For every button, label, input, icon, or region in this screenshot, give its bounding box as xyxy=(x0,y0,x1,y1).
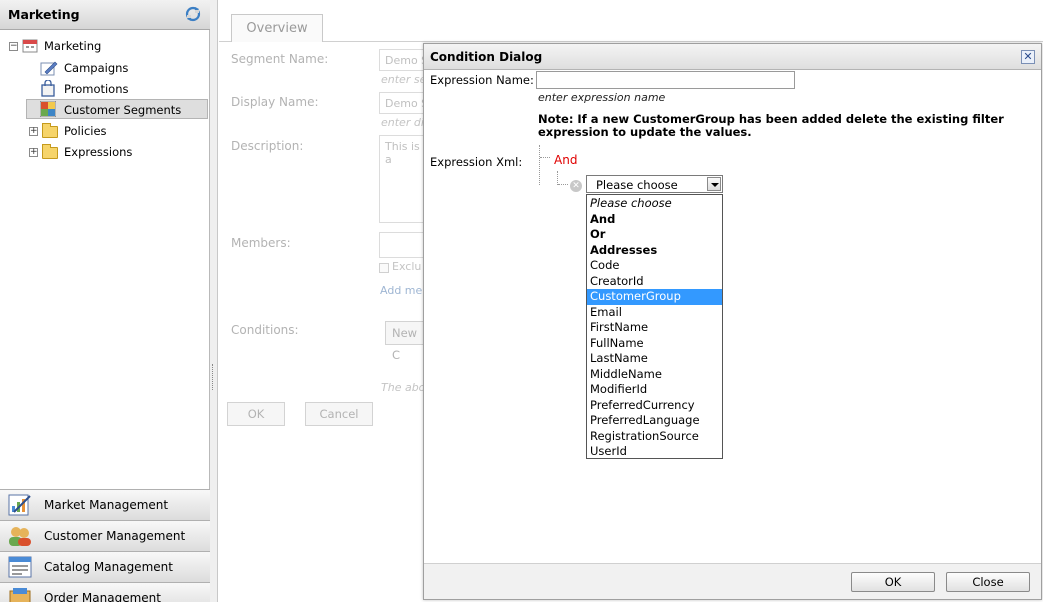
display-name-hint: enter di xyxy=(381,116,424,129)
segment-name-label: Segment Name: xyxy=(231,52,329,66)
nav-label: Order Management xyxy=(44,591,161,602)
exclude-label: Exclu xyxy=(392,260,422,273)
conditions-label: Conditions: xyxy=(231,323,299,337)
tree-connector xyxy=(557,171,558,185)
dropdown-option[interactable]: CreatorId xyxy=(587,274,722,290)
catalog-icon xyxy=(8,556,32,578)
dropdown-option[interactable]: PreferredLanguage xyxy=(587,413,722,429)
add-member-link[interactable]: Add me xyxy=(380,284,422,297)
exclude-checkbox[interactable] xyxy=(379,263,389,273)
sidebar-header: Marketing xyxy=(0,0,210,30)
cancel-button[interactable]: Cancel xyxy=(305,402,373,426)
dropdown-option[interactable]: FullName xyxy=(587,336,722,352)
dropdown-option[interactable]: Email xyxy=(587,305,722,321)
ok-button[interactable]: OK xyxy=(227,402,285,426)
expression-name-label: Expression Name: xyxy=(430,73,534,87)
tree-node-promotions[interactable]: Promotions xyxy=(0,79,210,99)
members-box[interactable] xyxy=(379,232,429,258)
root-operator[interactable]: And xyxy=(554,153,577,167)
people-icon xyxy=(9,527,31,546)
edit-icon xyxy=(40,61,58,76)
segment-name-hint: enter se xyxy=(381,73,427,86)
dropdown-option[interactable]: ModifierId xyxy=(587,382,722,398)
note-text: Note: If a new CustomerGroup has been ad… xyxy=(538,112,1004,139)
nav-order-management[interactable]: Order Management xyxy=(0,582,210,602)
remove-icon[interactable]: ✕ xyxy=(570,180,582,192)
tree-node-campaigns[interactable]: Campaigns xyxy=(0,58,210,78)
display-name-label: Display Name: xyxy=(231,95,319,109)
condition-dialog: Condition Dialog ✕ Expression Name: ente… xyxy=(423,43,1042,600)
tab-divider xyxy=(219,41,1043,42)
expression-xml-label: Expression Xml: xyxy=(430,155,523,169)
segment-name-input[interactable]: Demo S xyxy=(379,49,429,71)
sidebar-splitter[interactable] xyxy=(210,0,218,602)
dropdown-option[interactable]: FirstName xyxy=(587,320,722,336)
expression-select[interactable]: Please choose xyxy=(586,175,723,193)
tree-label: Policies xyxy=(64,124,107,138)
tree-label: Customer Segments xyxy=(64,103,182,117)
nav-label: Catalog Management xyxy=(44,560,173,574)
order-icon xyxy=(9,588,31,602)
nav-customer-management[interactable]: Customer Management xyxy=(0,520,210,551)
description-textarea[interactable]: This is a xyxy=(379,135,429,223)
tree-connector xyxy=(540,157,550,158)
dropdown-option[interactable]: RegistrationSource xyxy=(587,429,722,445)
chevron-down-icon[interactable] xyxy=(707,177,721,191)
dropdown-option[interactable]: Addresses xyxy=(587,243,722,259)
sidebar-title: Marketing xyxy=(8,7,80,22)
folder-icon xyxy=(42,144,58,159)
chart-icon xyxy=(8,494,31,516)
folder-icon xyxy=(42,123,58,138)
dialog-title: Condition Dialog xyxy=(430,50,543,64)
dialog-titlebar: Condition Dialog ✕ xyxy=(424,44,1041,70)
app-window: Marketing − Marketing Campaigns Promotio… xyxy=(0,0,1043,602)
nav-catalog-management[interactable]: Catalog Management xyxy=(0,551,210,582)
description-label: Description: xyxy=(231,139,304,153)
dropdown-option[interactable]: CustomerGroup xyxy=(587,289,722,305)
tree-node-customer-segments[interactable]: Customer Segments xyxy=(26,99,208,119)
expand-icon[interactable]: + xyxy=(29,127,38,136)
tree-label: Promotions xyxy=(64,82,129,96)
dropdown-option[interactable]: LastName xyxy=(587,351,722,367)
expand-icon[interactable]: + xyxy=(29,148,38,157)
bag-icon xyxy=(41,80,55,97)
splitter-grip[interactable] xyxy=(212,364,214,390)
tree-label: Expressions xyxy=(64,145,133,159)
refresh-icon[interactable] xyxy=(185,6,201,22)
conditions-footer-hint: The abo xyxy=(381,381,426,394)
tree-connector xyxy=(558,184,568,185)
nav-label: Market Management xyxy=(44,498,169,512)
tab-overview[interactable]: Overview xyxy=(231,14,323,42)
nav-market-management[interactable]: Market Management xyxy=(0,489,210,520)
display-name-input[interactable]: Demo S xyxy=(379,92,429,114)
dialog-close-button[interactable]: Close xyxy=(946,572,1030,592)
expression-name-hint: enter expression name xyxy=(538,91,666,104)
nav-label: Customer Management xyxy=(44,529,186,543)
tree-connector xyxy=(539,145,540,185)
close-icon[interactable]: ✕ xyxy=(1021,50,1035,64)
sidebar: Marketing − Marketing Campaigns Promotio… xyxy=(0,0,210,602)
dropdown-option[interactable]: UserId xyxy=(587,444,722,460)
grid-icon xyxy=(40,101,56,117)
collapse-icon[interactable]: − xyxy=(9,42,18,51)
tree-label: Marketing xyxy=(44,39,102,53)
expression-options-list: Please choose And Or Addresses Code CreatorId… xyxy=(586,194,723,459)
tree-node-expressions[interactable]: + Expressions xyxy=(0,142,210,162)
dropdown-option[interactable]: Or xyxy=(587,227,722,243)
dropdown-option[interactable]: MiddleName xyxy=(587,367,722,383)
tree-label: Campaigns xyxy=(64,61,129,75)
dropdown-option[interactable]: PreferredCurrency xyxy=(587,398,722,414)
calendar-icon xyxy=(22,39,38,53)
dialog-footer: OK Close xyxy=(424,563,1041,599)
members-label: Members: xyxy=(231,236,291,250)
expression-name-input[interactable] xyxy=(536,71,795,89)
tree-node-policies[interactable]: + Policies xyxy=(0,121,210,141)
dropdown-option[interactable]: Code xyxy=(587,258,722,274)
select-value: Please choose xyxy=(596,178,678,192)
dropdown-option[interactable]: Please choose xyxy=(587,196,722,212)
dialog-ok-button[interactable]: OK xyxy=(851,572,935,592)
tree-node-marketing[interactable]: − Marketing xyxy=(0,36,210,56)
dropdown-option[interactable]: And xyxy=(587,212,722,228)
